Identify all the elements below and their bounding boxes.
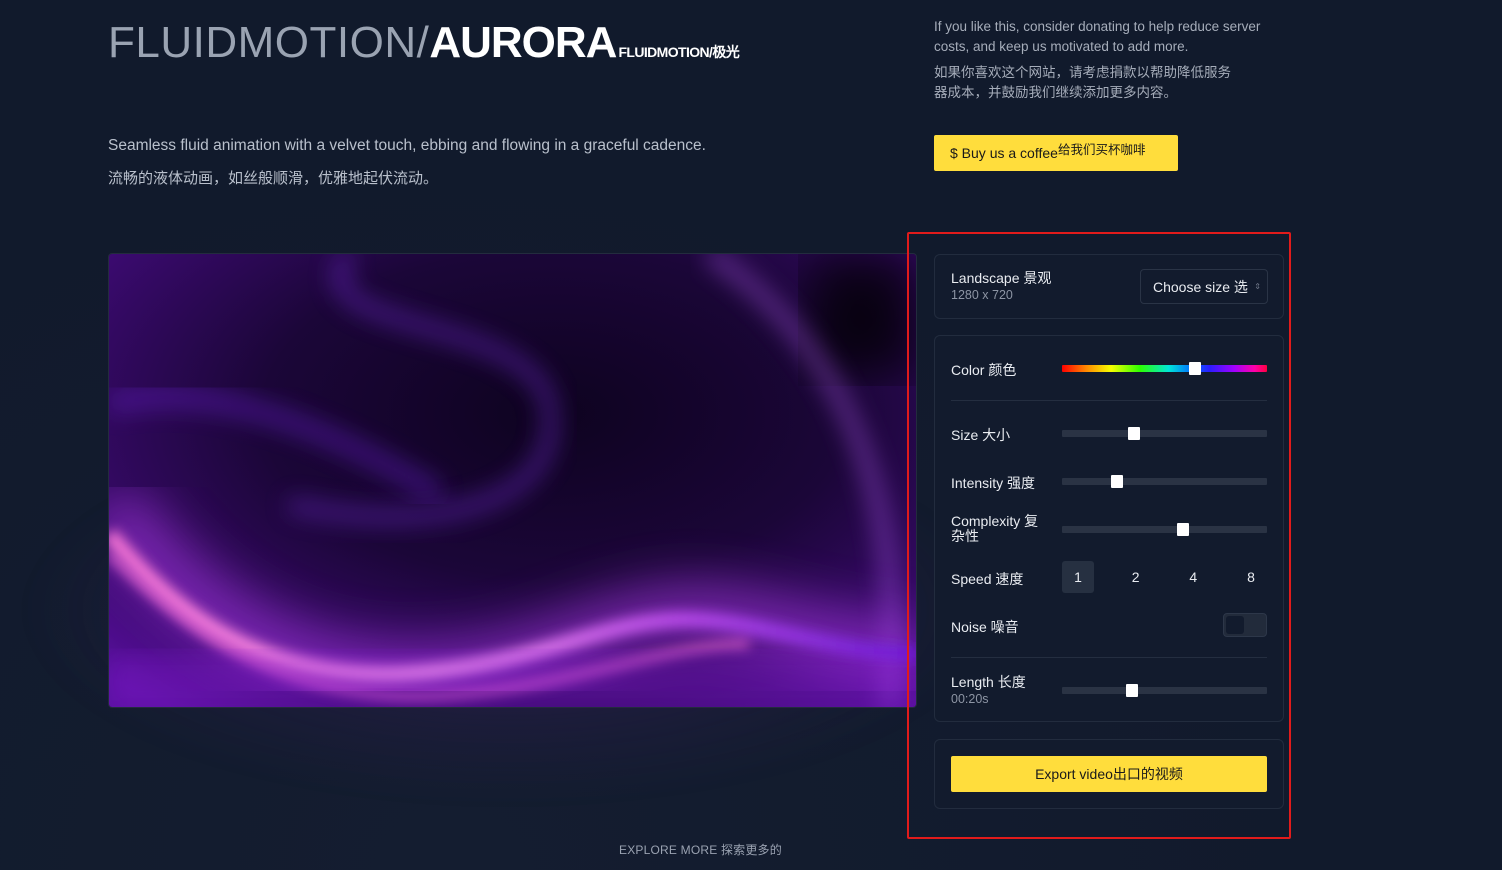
- buy-coffee-label-zh: 给我们买杯咖啡: [1057, 142, 1146, 157]
- complexity-slider[interactable]: [1062, 523, 1267, 536]
- size-slider-thumb[interactable]: [1127, 427, 1140, 440]
- title-subtitle: FLUIDMOTION/极光: [618, 44, 740, 60]
- intensity-slider[interactable]: [1062, 475, 1267, 488]
- description-en: Seamless fluid animation with a velvet t…: [108, 137, 706, 154]
- noise-toggle[interactable]: [1223, 613, 1267, 637]
- choose-size-select[interactable]: Choose size 选 ⇕: [1140, 269, 1268, 304]
- speed-label: Speed 速度: [951, 571, 1024, 587]
- size-preset-label: Landscape 景观: [951, 270, 1052, 286]
- length-slider[interactable]: [1062, 684, 1267, 697]
- aurora-animation: [109, 254, 916, 707]
- size-slider[interactable]: [1062, 427, 1267, 440]
- length-label: Length 长度: [951, 674, 1026, 690]
- length-value: 00:20s: [951, 692, 989, 706]
- noise-toggle-knob: [1226, 616, 1244, 634]
- controls-card: Color 颜色 Size 大小 Intensity 强度 Complexity…: [934, 335, 1284, 722]
- intensity-label: Intensity 强度: [951, 475, 1036, 491]
- complexity-slider-thumb[interactable]: [1176, 523, 1189, 536]
- buy-coffee-button[interactable]: $ Buy us a coffee 给我们买杯咖啡: [934, 135, 1178, 171]
- export-card: Export video出口的视频: [934, 739, 1284, 809]
- explore-more-link[interactable]: EXPLORE MORE 探索更多的: [619, 841, 782, 858]
- size-card: Landscape 景观 1280 x 720 Choose size 选 ⇕: [934, 254, 1284, 319]
- speed-options: 1 2 4 8: [1062, 561, 1267, 593]
- select-caret-icon: ⇕: [1254, 282, 1261, 291]
- buy-coffee-label: $ Buy us a coffee: [950, 145, 1058, 161]
- length-slider-thumb[interactable]: [1125, 684, 1138, 697]
- donate-text-zh: 如果你喜欢这个网站，请考虑捐款以帮助降低服务器成本，并鼓励我们继续添加更多内容。: [934, 65, 1231, 100]
- donate-text-en: If you like this, consider donating to h…: [934, 19, 1261, 54]
- divider: [951, 657, 1267, 658]
- speed-option-8[interactable]: 8: [1235, 561, 1267, 593]
- color-slider-thumb[interactable]: [1189, 362, 1202, 375]
- page: FLUIDMOTION/ AURORA FLUIDMOTION/极光 Seaml…: [0, 0, 1502, 870]
- divider: [951, 400, 1267, 401]
- size-label: Size 大小: [951, 427, 1011, 443]
- speed-option-4[interactable]: 4: [1177, 561, 1209, 593]
- export-video-button[interactable]: Export video出口的视频: [951, 756, 1267, 792]
- speed-option-1[interactable]: 1: [1062, 561, 1094, 593]
- intensity-slider-thumb[interactable]: [1111, 475, 1124, 488]
- size-dimensions: 1280 x 720: [951, 288, 1013, 302]
- choose-size-value: Choose size 选: [1153, 278, 1248, 295]
- title-main: AURORA: [429, 18, 617, 67]
- speed-option-2[interactable]: 2: [1120, 561, 1152, 593]
- page-title: FLUIDMOTION/ AURORA FLUIDMOTION/极光: [108, 18, 740, 68]
- color-label: Color 颜色: [951, 362, 1017, 378]
- color-slider[interactable]: [1062, 362, 1267, 375]
- aurora-preview-canvas[interactable]: [108, 253, 917, 708]
- noise-label: Noise 噪音: [951, 619, 1019, 635]
- title-prefix: FLUIDMOTION/: [108, 18, 430, 67]
- description-zh: 流畅的液体动画，如丝般顺滑，优雅地起伏流动。: [108, 170, 439, 187]
- complexity-label: Complexity 复杂性: [951, 513, 1039, 544]
